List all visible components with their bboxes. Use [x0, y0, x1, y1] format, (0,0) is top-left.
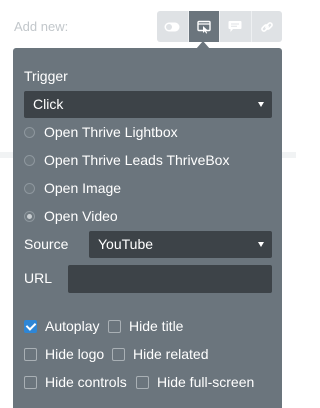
chevron-down-icon: [258, 102, 264, 107]
option-autoplay[interactable]: Autoplay: [24, 318, 99, 334]
action-option-label: Open Thrive Leads ThriveBox: [44, 152, 230, 168]
option-hide-logo[interactable]: Hide logo: [24, 346, 104, 362]
source-select-value: YouTube: [98, 236, 154, 252]
source-label: Source: [24, 236, 69, 252]
radio-button[interactable]: [24, 154, 35, 166]
url-label: URL: [24, 270, 53, 286]
action-option-video[interactable]: Open Video: [24, 208, 118, 224]
option-label: Hide title: [129, 318, 184, 334]
event-manager-panel: Trigger Click Open Thrive Lightbox Open …: [13, 48, 282, 408]
trigger-label: Trigger: [24, 68, 68, 84]
option-label: Autoplay: [45, 318, 100, 334]
toggle-icon: [164, 22, 180, 31]
option-label: Hide related: [133, 346, 209, 362]
source-select[interactable]: YouTube: [89, 231, 272, 258]
lightbox-type-button[interactable]: [188, 11, 220, 42]
checkbox[interactable]: [24, 347, 37, 361]
action-option-label: Open Video: [44, 208, 118, 224]
option-hide-related[interactable]: Hide related: [112, 346, 209, 362]
checkbox[interactable]: [24, 375, 37, 389]
radio-button-selected[interactable]: [24, 210, 35, 222]
radio-button[interactable]: [24, 126, 35, 138]
tooltip-type-button[interactable]: [220, 11, 252, 42]
checkbox[interactable]: [136, 375, 149, 389]
checkbox[interactable]: [112, 347, 125, 361]
url-input[interactable]: [68, 265, 272, 293]
action-option-thrivebox[interactable]: Open Thrive Leads ThriveBox: [24, 152, 229, 168]
action-option-image[interactable]: Open Image: [24, 180, 121, 196]
option-label: Hide controls: [45, 374, 127, 390]
option-hide-full-screen[interactable]: Hide full-screen: [136, 374, 254, 390]
checkbox-checked[interactable]: [24, 319, 37, 333]
lightbox-icon: [197, 20, 211, 34]
action-option-lightbox[interactable]: Open Thrive Lightbox: [24, 124, 178, 140]
add-new-label: Add new:: [14, 19, 69, 34]
trigger-select-value: Click: [33, 96, 64, 112]
action-option-label: Open Thrive Lightbox: [44, 124, 178, 140]
option-hide-title[interactable]: Hide title: [108, 318, 183, 334]
option-label: Hide full-screen: [157, 374, 255, 390]
checkbox[interactable]: [108, 319, 121, 333]
action-type-bar: [157, 11, 282, 42]
speech-bubble-icon: [228, 21, 242, 32]
toggle-type-button[interactable]: [157, 11, 189, 42]
option-hide-controls[interactable]: Hide controls: [24, 374, 127, 390]
radio-button[interactable]: [24, 182, 35, 194]
trigger-select[interactable]: Click: [24, 91, 272, 118]
chevron-down-icon: [258, 242, 264, 247]
action-option-label: Open Image: [44, 180, 122, 196]
link-type-button[interactable]: [252, 11, 283, 42]
link-icon: [260, 21, 273, 32]
option-label: Hide logo: [45, 346, 105, 362]
